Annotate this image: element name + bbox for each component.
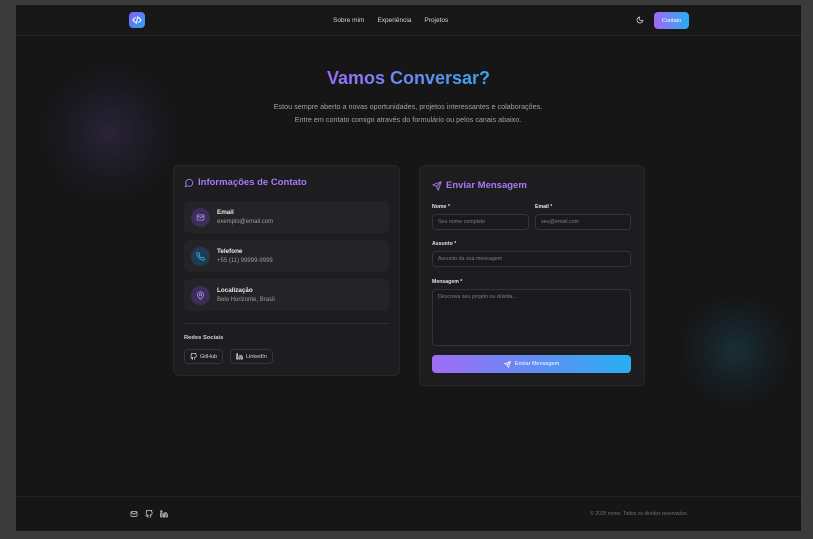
page-title: Vamos Conversar? [16, 68, 801, 89]
contact-item-value: Belo Horizonte, Brasil [217, 297, 275, 303]
subject-input[interactable] [432, 251, 631, 267]
contact-item-value: +55 (11) 99999-9999 [217, 258, 273, 264]
contact-info-heading: Informações de Contato [184, 177, 307, 188]
submit-button[interactable]: Enviar Mensagem [432, 355, 631, 373]
message-label: Mensagem * [432, 279, 463, 285]
mail-icon [191, 207, 210, 227]
nav-link-experience[interactable]: Experiência [377, 17, 411, 24]
github-label: GitHub [200, 353, 218, 360]
divider [184, 323, 389, 324]
page-description: Estou sempre aberto a novas oportunidade… [273, 102, 543, 124]
form-title: Enviar Mensagem [446, 180, 527, 191]
contact-item-label: Telefone [217, 248, 243, 255]
contact-info-title: Informações de Contato [198, 177, 307, 188]
footer-social-links [129, 509, 168, 518]
contact-item-value: exemplo@email.com [217, 219, 274, 225]
github-icon[interactable] [144, 509, 153, 518]
message-circle-icon [184, 178, 194, 188]
logo-code-icon[interactable] [129, 12, 145, 28]
name-input[interactable] [432, 214, 529, 230]
mail-icon[interactable] [129, 509, 138, 518]
header: Sobre mim Experiência Projetos Contato [16, 5, 801, 36]
github-button[interactable]: GitHub [184, 349, 224, 364]
copyright-text: © 2025 nome. Todos os direitos reservado… [590, 511, 688, 517]
send-icon [504, 360, 511, 368]
email-input[interactable] [535, 214, 631, 230]
contact-item-phone[interactable]: Telefone +55 (11) 99999-9999 [184, 240, 389, 272]
send-icon [432, 180, 442, 191]
form-heading: Enviar Mensagem [432, 180, 527, 191]
linkedin-button[interactable]: LinkedIn [230, 349, 273, 364]
nav-link-projects[interactable]: Projetos [424, 17, 448, 24]
github-icon [190, 353, 197, 360]
email-label: Email * [535, 204, 553, 210]
moon-icon[interactable] [635, 15, 645, 25]
footer: © 2025 nome. Todos os direitos reservado… [16, 496, 801, 531]
contact-button[interactable]: Contato [654, 12, 689, 29]
main-nav: Sobre mim Experiência Projetos [333, 5, 448, 36]
linkedin-icon [236, 353, 243, 360]
contact-item-location[interactable]: Localização Belo Horizonte, Brasil [184, 279, 389, 311]
social-title: Redes Sociais [184, 335, 224, 341]
contact-item-label: Email [217, 209, 234, 216]
background-glow-right [680, 295, 790, 405]
contact-item-email[interactable]: Email exemplo@email.com [184, 201, 389, 233]
linkedin-icon[interactable] [159, 509, 168, 518]
phone-icon [191, 246, 210, 266]
submit-label: Enviar Mensagem [514, 361, 560, 367]
contact-info-card: Informações de Contato Email exemplo@ema… [173, 165, 400, 376]
map-pin-icon [191, 285, 210, 305]
page-title-text: Vamos Conversar? [326, 68, 491, 88]
contact-item-label: Localização [217, 287, 253, 294]
subject-label: Assunto * [432, 241, 457, 247]
page-frame: Sobre mim Experiência Projetos Contato V… [16, 5, 801, 531]
linkedin-label: LinkedIn [246, 353, 267, 360]
message-form-card: Enviar Mensagem Nome * Email * Assunto *… [419, 165, 645, 386]
name-label: Nome * [432, 204, 450, 210]
message-textarea[interactable] [432, 289, 631, 346]
nav-link-about[interactable]: Sobre mim [333, 17, 364, 24]
